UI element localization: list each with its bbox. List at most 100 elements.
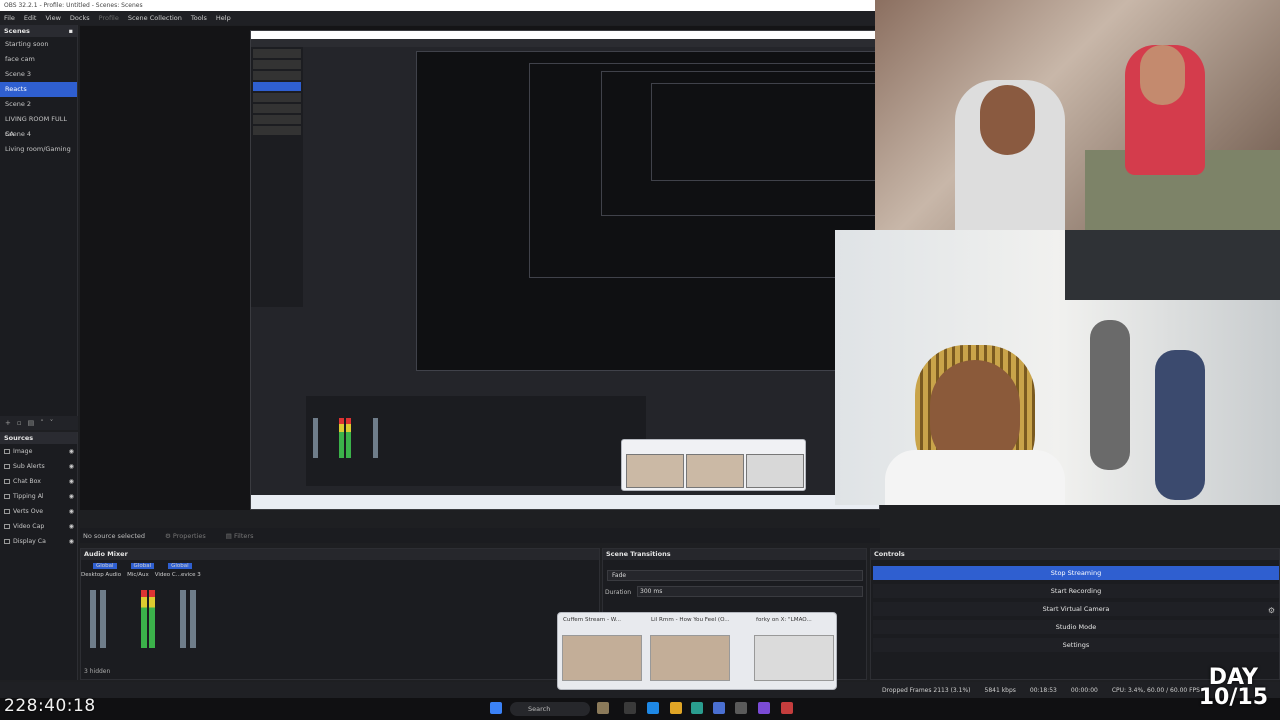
source-type-icon — [4, 479, 10, 484]
eye-icon[interactable]: ◉ — [69, 489, 74, 504]
up-arrow-icon[interactable]: ˄ — [40, 419, 44, 427]
sources-dock: Sources Image ◉ Sub Alerts ◉ Chat Box ◉ Tip… — [0, 432, 78, 680]
volume-meter — [190, 590, 196, 648]
trash-icon[interactable]: ▫ — [17, 419, 22, 427]
start-recording-button[interactable]: Start Recording — [873, 584, 1279, 598]
day-counter: DAY 10/15 — [1198, 665, 1268, 710]
down-arrow-icon[interactable]: ˅ — [50, 419, 54, 427]
window-thumbnail[interactable] — [562, 635, 642, 681]
source-item[interactable]: Chat Box ◉ — [0, 474, 77, 489]
mixer-tabs: Global Global Global — [93, 563, 192, 569]
menu-scene-collection[interactable]: Scene Collection — [128, 14, 182, 22]
scene-item[interactable]: LIVING ROOM FULL CA — [0, 112, 77, 138]
cpu-fps: CPU: 3.4%, 60.00 / 60.00 FPS — [1111, 686, 1200, 694]
scene-item[interactable]: Scene 4 — [0, 127, 77, 142]
nested-alt-tab — [621, 439, 806, 491]
channel-video-capture: Video C...evice 3 — [154, 572, 201, 578]
filter-icon[interactable]: ▤ — [28, 419, 35, 427]
gear-icon[interactable]: ⚙ — [1268, 606, 1275, 615]
transition-select[interactable]: Fade — [607, 570, 863, 581]
source-type-icon — [4, 494, 10, 499]
recording-time: 00:00:00 — [1070, 686, 1098, 694]
title-bar: OBS 32.2.1 - Profile: Untitled - Scenes:… — [0, 0, 880, 11]
source-item[interactable]: Sub Alerts ◉ — [0, 459, 77, 474]
menu-bar: File Edit View Docks Profile Scene Colle… — [0, 11, 880, 25]
scenes-toolbar: + ▫ ▤ ˄ ˅ — [0, 416, 78, 430]
start-virtual-camera-button[interactable]: Start Virtual Camera — [873, 602, 1279, 616]
scene-item[interactable]: Starting soon — [0, 37, 77, 52]
window-title: forky on X: "LMAO... — [756, 617, 812, 623]
webcam-overlay — [875, 0, 1280, 230]
source-item[interactable]: Tipping Al ◉ — [0, 489, 77, 504]
file-explorer-icon[interactable] — [670, 702, 682, 714]
scene-item[interactable]: face cam — [0, 52, 77, 67]
menu-help[interactable]: Help — [216, 14, 231, 22]
properties-button[interactable]: ⚙ Properties — [165, 532, 206, 540]
source-item[interactable]: Verts Ove ◉ — [0, 504, 77, 519]
task-view-icon[interactable] — [624, 702, 636, 714]
start-icon[interactable] — [490, 702, 502, 714]
menu-edit[interactable]: Edit — [24, 14, 37, 22]
stop-streaming-button[interactable]: Stop Streaming — [873, 566, 1279, 580]
scene-item-active[interactable]: Reacts — [0, 82, 77, 97]
channel-desktop-audio: Desktop Audio — [81, 572, 122, 578]
scene-item[interactable]: Scene 3 — [0, 67, 77, 82]
menu-docks[interactable]: Docks — [70, 14, 90, 22]
taskbar-search[interactable]: Search — [510, 702, 590, 716]
window-thumbnail[interactable] — [650, 635, 730, 681]
source-toolbar: No source selected ⚙ Properties ▤ Filter… — [80, 528, 880, 543]
display-capture-preview — [250, 30, 880, 510]
app-icon[interactable] — [735, 702, 747, 714]
filters-button[interactable]: ▤ Filters — [226, 532, 254, 540]
eye-icon[interactable]: ◉ — [69, 459, 74, 474]
scenes-header: Scenes ▪ — [0, 25, 77, 37]
eye-icon[interactable]: ◉ — [69, 444, 74, 459]
settings-button[interactable]: Settings — [873, 638, 1279, 652]
source-item[interactable]: Image ◉ — [0, 444, 77, 459]
mixer-tab[interactable]: Global — [168, 563, 192, 569]
volume-meter — [90, 590, 96, 648]
no-source-label: No source selected — [83, 531, 145, 540]
eye-icon[interactable]: ◉ — [69, 534, 74, 549]
mixer-tab[interactable]: Global — [93, 563, 117, 569]
menu-view[interactable]: View — [45, 14, 60, 22]
duration-input[interactable]: 300 ms — [637, 586, 863, 597]
window-thumbnail[interactable] — [754, 635, 834, 681]
mixer-channel-names: Desktop Audio Mic/Aux Video C...evice 3 — [81, 572, 201, 578]
volume-meter — [141, 590, 147, 648]
eye-icon[interactable]: ◉ — [69, 504, 74, 519]
menu-profile[interactable]: Profile — [99, 14, 119, 22]
app-icon[interactable] — [758, 702, 770, 714]
controls-header: Controls — [871, 549, 1279, 560]
eye-icon[interactable]: ◉ — [69, 519, 74, 534]
volume-meter — [100, 590, 106, 648]
chrome-icon[interactable] — [691, 702, 703, 714]
source-item[interactable]: Video Cap ◉ — [0, 519, 77, 534]
mixer-tab[interactable]: Global — [130, 563, 155, 569]
scene-transitions-header: Scene Transitions — [603, 549, 866, 560]
obs-icon[interactable] — [781, 702, 793, 714]
source-type-icon — [4, 449, 10, 454]
nested-taskbar — [251, 495, 879, 509]
bitrate: 5841 kbps — [984, 686, 1016, 694]
edge-icon[interactable] — [647, 702, 659, 714]
scene-item[interactable]: Scene 2 — [0, 97, 77, 112]
source-type-icon — [4, 539, 10, 544]
menu-file[interactable]: File — [4, 14, 15, 22]
menu-tools[interactable]: Tools — [191, 14, 207, 22]
channel-mic-aux: Mic/Aux — [127, 572, 149, 578]
add-icon[interactable]: + — [5, 419, 11, 427]
audio-mixer-dock: Audio Mixer Global Global Global Desktop… — [80, 548, 600, 680]
scene-item[interactable]: Living room/Gaming — [0, 142, 77, 157]
controls-dock: Controls Stop Streaming Start Recording … — [870, 548, 1280, 680]
sources-header: Sources — [0, 432, 77, 444]
studio-mode-button[interactable]: Studio Mode — [873, 620, 1279, 634]
obs-window: OBS 32.2.1 - Profile: Untitled - Scenes:… — [0, 0, 1280, 720]
app-icon[interactable] — [713, 702, 725, 714]
eye-icon[interactable]: ◉ — [69, 474, 74, 489]
widgets-icon[interactable] — [597, 702, 609, 714]
dock-close-icon[interactable]: ▪ — [69, 25, 73, 37]
hidden-sources-count[interactable]: 3 hidden — [84, 668, 110, 675]
source-item[interactable]: Display Ca ◉ — [0, 534, 77, 549]
window-switcher: Cuffem Stream - W... Lil Rmm - How You F… — [557, 612, 837, 690]
